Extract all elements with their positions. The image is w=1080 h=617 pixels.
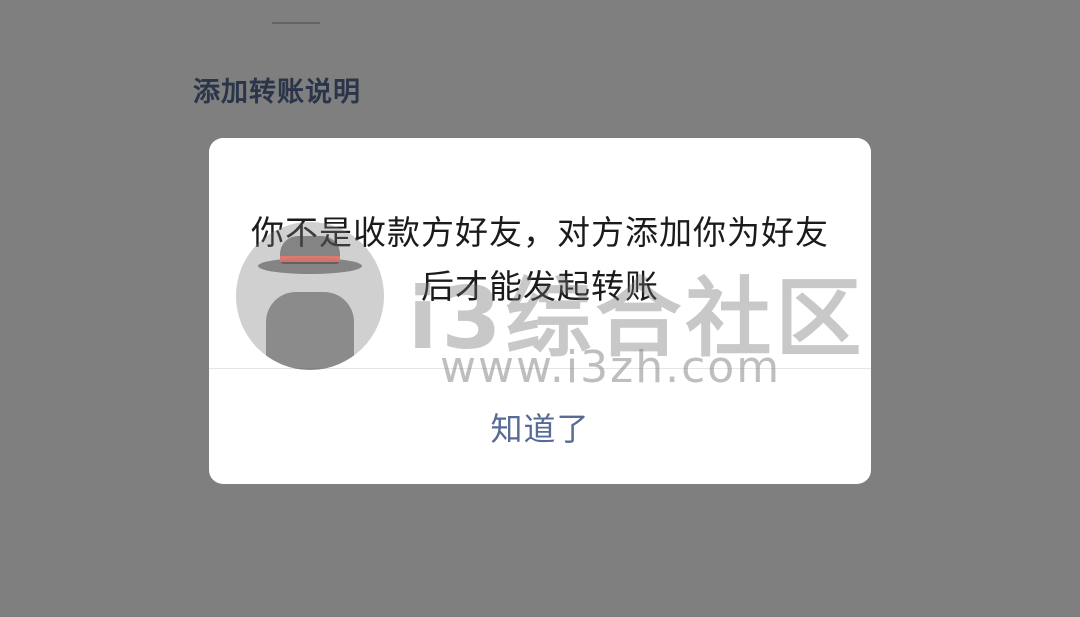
transfer-screen: 添加转账说明 你不是收款方好友，对方添加你为好友后才能发起转账 知道了 i3综合… <box>0 0 1080 617</box>
confirm-button[interactable]: 知道了 <box>209 369 871 484</box>
watermark-logo-icon <box>236 222 384 370</box>
